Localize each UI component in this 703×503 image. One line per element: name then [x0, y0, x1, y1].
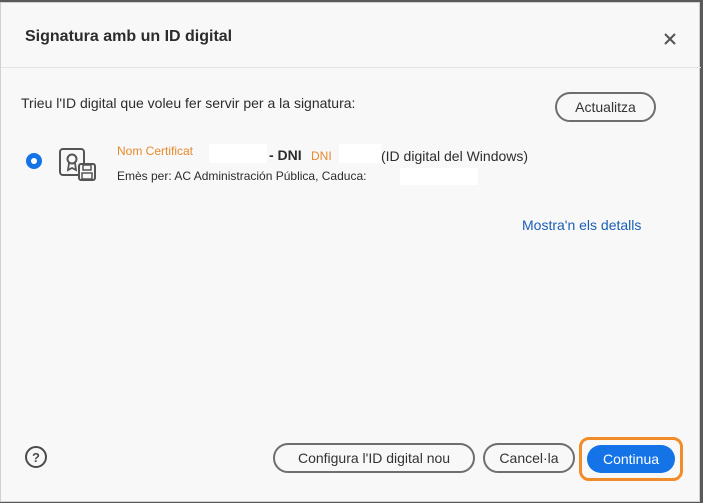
certificate-dni-annotation: DNI: [311, 149, 332, 163]
close-icon[interactable]: [660, 29, 680, 49]
redacted-expiry: [400, 168, 478, 185]
certificate-radio[interactable]: [26, 153, 42, 169]
sign-with-digital-id-dialog: Signatura amb un ID digital Trieu l'ID d…: [0, 2, 701, 502]
show-details-link[interactable]: Mostra'n els detalls: [522, 217, 641, 233]
help-icon[interactable]: ?: [25, 446, 47, 468]
certificate-type: (ID digital del Windows): [381, 148, 529, 164]
configure-new-id-button[interactable]: Configura l'ID digital nou: [273, 443, 475, 473]
certificate-name-line[interactable]: Nom Certificat - DNI DNI (ID digital del…: [117, 144, 597, 166]
refresh-button[interactable]: Actualitza: [555, 92, 656, 122]
certificate-issuer: Emès per: AC Administración Pública, Cad…: [117, 169, 367, 183]
continue-highlight: Continua: [579, 437, 683, 481]
dialog-title: Signatura amb un ID digital: [25, 28, 233, 45]
continue-button[interactable]: Continua: [587, 445, 675, 473]
choose-id-prompt: Trieu l'ID digital que voleu fer servir …: [21, 95, 356, 111]
certificate-name-annotation: Nom Certificat: [117, 144, 194, 158]
cancel-button[interactable]: Cancel·la: [483, 443, 575, 473]
redacted-dni: [339, 144, 381, 163]
certificate-icon: [59, 148, 97, 182]
redacted-name: [209, 144, 267, 163]
certificate-dni-label: - DNI: [269, 147, 302, 163]
header-divider: [1, 67, 701, 68]
